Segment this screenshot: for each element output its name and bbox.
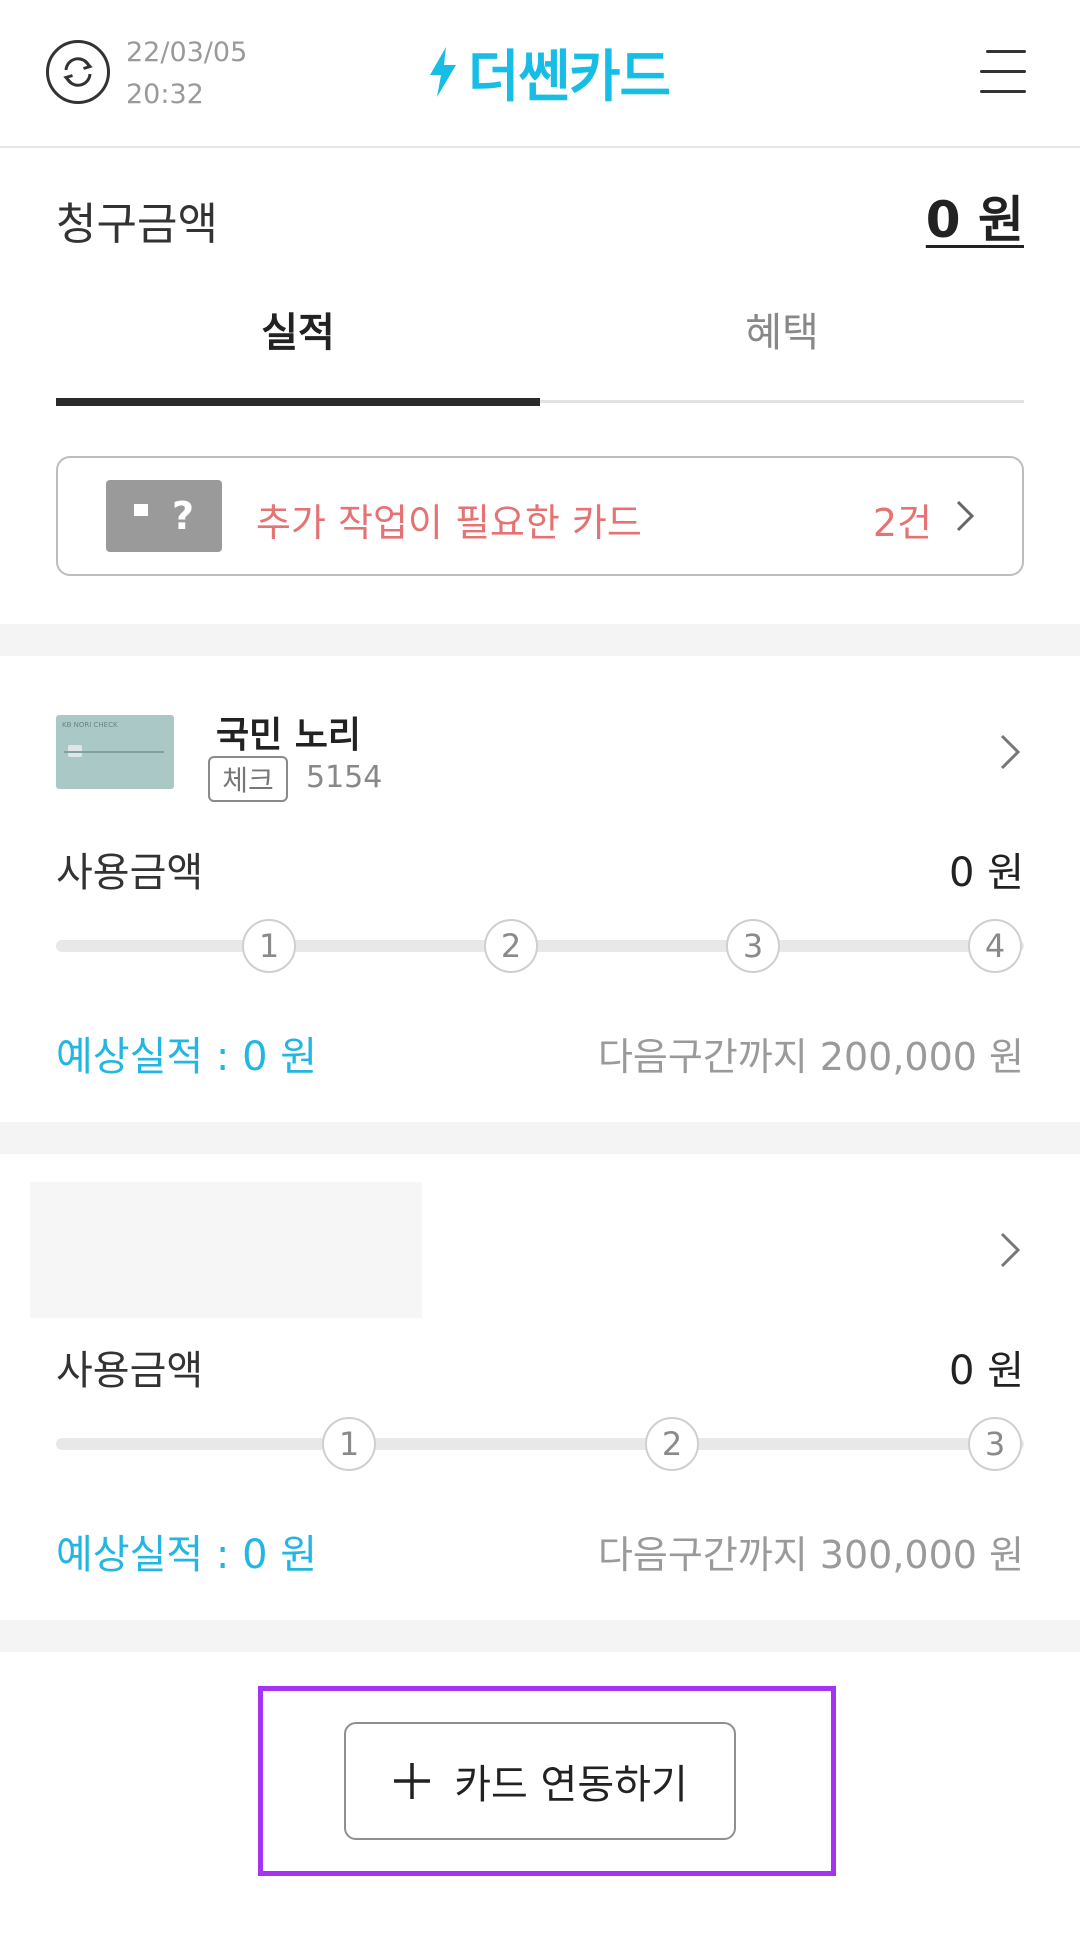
tier-step: 1 — [242, 919, 296, 973]
tier-step: 2 — [484, 919, 538, 973]
expected-performance: 예상실적 : 0 원 — [56, 1034, 318, 1080]
logo-text: 더쎈카드 — [468, 44, 671, 110]
section-divider — [0, 624, 1080, 656]
card-name: 국민 노리 — [216, 715, 362, 756]
tier-step: 2 — [645, 1417, 699, 1471]
tab-performance[interactable]: 실적 — [56, 300, 540, 358]
link-card-label: 카드 연동하기 — [454, 1762, 688, 1808]
billing-label: 청구금액 — [56, 199, 218, 250]
tier-progress-track — [56, 940, 1024, 952]
tab-benefits[interactable]: 혜택 — [540, 300, 1024, 358]
usage-amount: 0 원 — [949, 850, 1024, 896]
card-detail-chevron-icon[interactable] — [998, 732, 1024, 772]
refresh-icon — [63, 57, 93, 87]
action-required-text: 추가 작업이 필요한 카드 — [256, 501, 642, 545]
usage-label: 사용금액 — [56, 850, 204, 896]
menu-icon — [986, 50, 1026, 53]
action-required-banner[interactable]: ? 추가 작업이 필요한 카드 2건 — [56, 456, 1024, 576]
unknown-card-icon: ? — [106, 480, 222, 552]
tier-step: 4 — [968, 919, 1022, 973]
update-time: 20:32 — [126, 79, 204, 110]
menu-button[interactable] — [980, 48, 1026, 96]
link-card-button[interactable]: 카드 연동하기 — [344, 1722, 736, 1840]
refresh-button[interactable] — [46, 40, 110, 104]
plus-icon — [394, 1763, 431, 1799]
section-divider — [0, 1620, 1080, 1652]
card-detail-chevron-icon[interactable] — [998, 1230, 1024, 1270]
tier-step: 3 — [968, 1417, 1022, 1471]
card-image-placeholder — [30, 1182, 422, 1318]
expected-performance: 예상실적 : 0 원 — [56, 1532, 318, 1578]
card-image: KB NORI CHECK — [56, 715, 174, 789]
tab-active-indicator — [56, 398, 540, 406]
update-date: 22/03/05 — [126, 37, 248, 68]
section-divider — [0, 1122, 1080, 1154]
lightning-icon — [430, 47, 456, 97]
usage-amount: 0 원 — [949, 1348, 1024, 1394]
next-tier-amount: 다음구간까지 200,000 원 — [597, 1035, 1024, 1079]
app-logo: 더쎈카드 — [428, 40, 671, 110]
last-updated: 22/03/05 20:32 — [126, 32, 247, 116]
card-number: 5154 — [306, 760, 383, 795]
next-tier-amount: 다음구간까지 300,000 원 — [597, 1533, 1024, 1577]
billing-amount[interactable]: 0 원 — [926, 180, 1024, 252]
tier-step: 1 — [322, 1417, 376, 1471]
action-required-count: 2건 — [872, 501, 932, 545]
chevron-right-icon — [956, 500, 975, 532]
tier-progress-track — [56, 1438, 1024, 1450]
tier-step: 3 — [726, 919, 780, 973]
card-type-badge: 체크 — [208, 756, 288, 802]
usage-label: 사용금액 — [56, 1348, 204, 1394]
